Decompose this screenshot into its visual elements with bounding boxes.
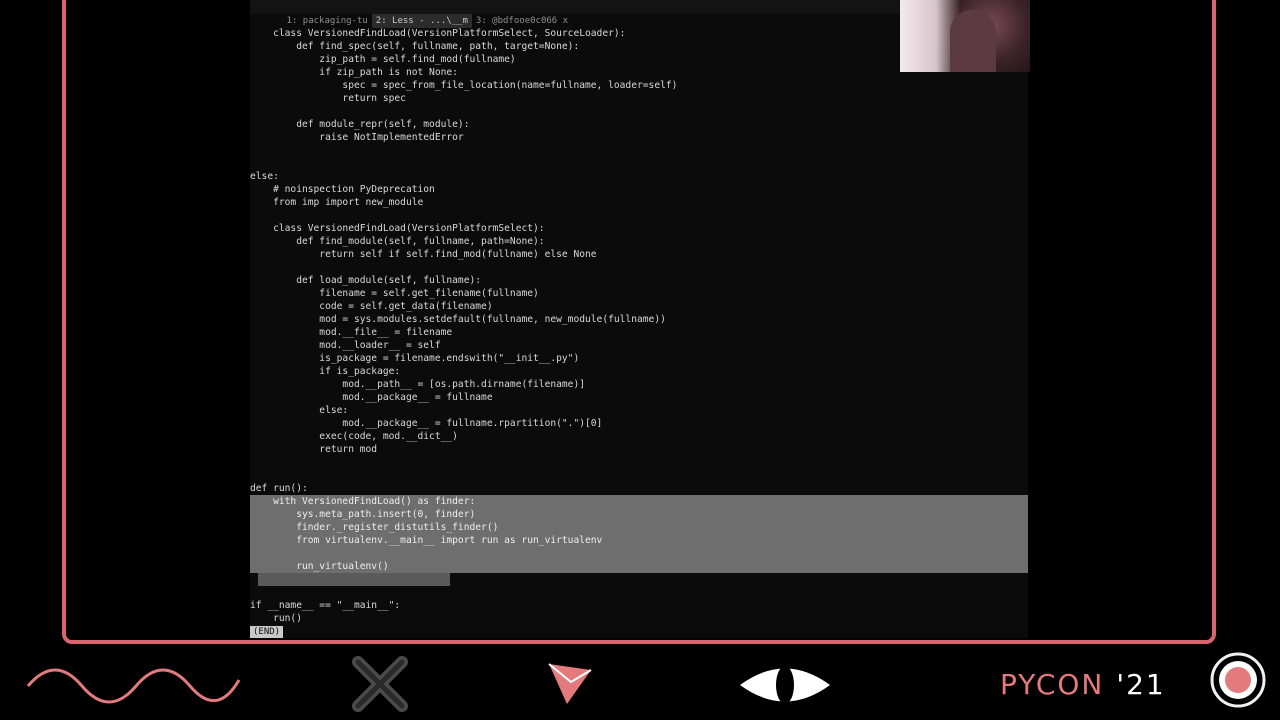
terminal-tab-3[interactable]: 3: @bdfooe0c066 x	[472, 14, 572, 28]
terminal-tab-1[interactable]: 1: packaging-tu	[283, 14, 372, 28]
eye-icon	[740, 666, 830, 704]
target-icon	[1210, 652, 1266, 708]
code-line: mod.__loader__ = self	[250, 340, 441, 351]
code-line: from virtualenv.__main__ import run as r…	[250, 534, 1028, 547]
code-line: if is_package:	[250, 366, 401, 377]
code-line: # noinspection PyDeprecation	[250, 184, 435, 195]
terminal-tab-2[interactable]: 2: Less - ...\__m	[371, 14, 472, 28]
pycon-logo-text: PYCON '21	[1000, 668, 1166, 701]
code-view[interactable]: class VersionedFindLoad(VersionPlatformS…	[250, 27, 1028, 625]
code-line: raise NotImplementedError	[250, 132, 464, 143]
code-line: if __name__ == "__main__":	[250, 600, 401, 611]
code-line: else:	[250, 405, 349, 416]
pager-status: (END)	[250, 626, 284, 638]
code-line: class VersionedFindLoad(VersionPlatformS…	[250, 223, 545, 234]
code-line: def find_module(self, fullname, path=Non…	[250, 236, 545, 247]
code-line: return self if self.find_mod(fullname) e…	[250, 249, 597, 260]
code-line: return mod	[250, 444, 378, 455]
code-line: with VersionedFindLoad() as finder:	[250, 495, 1028, 508]
brand-name: PYCON	[1000, 668, 1105, 701]
code-line: spec = spec_from_file_location(name=full…	[250, 80, 678, 91]
code-line: def module_repr(self, module):	[250, 119, 470, 130]
speaker-webcam	[900, 0, 1030, 72]
brand-year: '21	[1116, 668, 1166, 701]
code-line: from imp import new_module	[250, 197, 424, 208]
code-line: mod.__package__ = fullname	[250, 392, 493, 403]
code-line: is_package = filename.endswith("__init__…	[250, 353, 580, 364]
code-line: mod.__package__ = fullname.rpartition(".…	[250, 418, 603, 429]
terminal-window[interactable]: 1: packaging-tu 2: Less - ...\__m 3: @bdfo…	[250, 0, 1028, 638]
code-line: else:	[250, 171, 279, 182]
code-line: exec(code, mod.__dict__)	[250, 431, 458, 442]
code-line: code = self.get_data(filename)	[250, 301, 493, 312]
code-line: run_virtualenv()	[250, 560, 1028, 573]
code-line	[250, 547, 1028, 560]
code-line: filename = self.get_filename(fullname)	[250, 288, 539, 299]
x-icon	[352, 656, 408, 712]
speaker-silhouette	[950, 10, 996, 72]
code-line: run()	[250, 613, 302, 624]
code-line: finder._register_distutils_finder()	[250, 521, 1028, 534]
code-line: def load_module(self, fullname):	[250, 275, 482, 286]
code-line	[250, 573, 1028, 586]
triangle-icon	[548, 663, 592, 704]
wave-icon	[26, 668, 241, 704]
footer-bar: PYCON '21	[0, 648, 1280, 720]
code-line: sys.meta_path.insert(0, finder)	[250, 508, 1028, 521]
code-line: return spec	[250, 93, 406, 104]
code-line: def run():	[250, 483, 308, 494]
code-line: mod = sys.modules.setdefault(fullname, n…	[250, 314, 666, 325]
slide-stage: 1: packaging-tu 2: Less - ...\__m 3: @bdfo…	[0, 0, 1280, 720]
code-line: mod.__file__ = filename	[250, 327, 453, 338]
code-line: mod.__path__ = [os.path.dirname(filename…	[250, 379, 586, 390]
